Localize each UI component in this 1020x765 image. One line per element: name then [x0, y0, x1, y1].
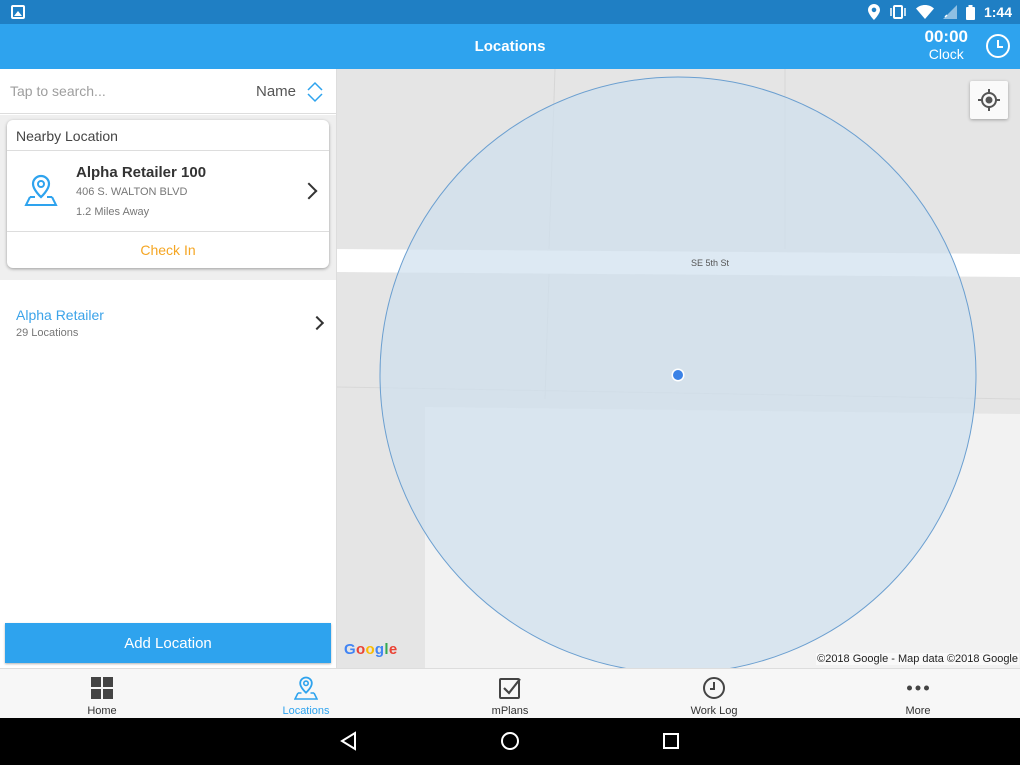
- clock-icon[interactable]: [986, 34, 1010, 58]
- map-copyright: ©2018 Google - Map data ©2018 Google: [816, 653, 1019, 665]
- crosshair-icon: [978, 89, 1000, 111]
- status-time: 1:44: [983, 4, 1012, 20]
- app-bar: Locations 00:00 Clock: [0, 24, 1020, 69]
- tab-more[interactable]: More: [816, 669, 1020, 719]
- location-pin-icon: [294, 676, 318, 700]
- chevron-right-icon: [309, 315, 325, 331]
- home-nav-icon[interactable]: [500, 731, 520, 751]
- android-nav-bar: [0, 718, 1020, 765]
- location-status-icon: [867, 4, 880, 20]
- grid-icon: [91, 677, 113, 699]
- tab-mplans[interactable]: mPlans: [408, 669, 612, 719]
- add-location-button[interactable]: Add Location: [5, 623, 331, 663]
- sort-label[interactable]: Name: [256, 83, 296, 100]
- page-title: Locations: [474, 38, 546, 55]
- my-location-button[interactable]: [970, 81, 1008, 119]
- nearby-section: Nearby Location Alpha Retailer 100 406 S…: [0, 115, 336, 280]
- map-canvas: [337, 69, 1020, 668]
- location-address: 406 S. WALTON BLVD: [76, 186, 188, 198]
- check-in-button[interactable]: Check In: [7, 232, 329, 268]
- street-label: SE 5th St: [691, 258, 730, 268]
- wifi-icon: [915, 5, 934, 19]
- status-bar: 1:44: [0, 0, 1020, 24]
- sort-chevrons-icon[interactable]: [305, 79, 325, 105]
- retailer-location-count: 29 Locations: [16, 327, 79, 339]
- google-logo: Google: [344, 641, 398, 658]
- clock-label: Clock: [928, 46, 964, 62]
- vibrate-icon: [890, 5, 906, 19]
- bottom-tab-bar: Home Locations mPlans Work Log More: [0, 668, 1020, 718]
- clock-time: 00:00: [924, 27, 968, 46]
- battery-icon: [965, 4, 975, 20]
- back-icon[interactable]: [339, 731, 359, 751]
- search-input[interactable]: [10, 81, 220, 101]
- search-row: Name: [0, 69, 336, 114]
- location-distance: 1.2 Miles Away: [76, 206, 150, 218]
- chevron-right-icon: [300, 182, 318, 200]
- tab-work-log[interactable]: Work Log: [612, 669, 816, 719]
- nearby-location-item[interactable]: Alpha Retailer 100 406 S. WALTON BLVD 1.…: [7, 151, 329, 232]
- tab-locations[interactable]: Locations: [204, 669, 408, 719]
- recents-icon[interactable]: [662, 731, 680, 751]
- list-item[interactable]: Alpha Retailer 29 Locations: [0, 293, 336, 353]
- nearby-location-card: Nearby Location Alpha Retailer 100 406 S…: [7, 120, 329, 268]
- signal-icon: [942, 5, 957, 19]
- image-notification-icon: [11, 5, 25, 19]
- checkbox-icon: [499, 678, 521, 699]
- tab-home[interactable]: Home: [0, 669, 204, 719]
- location-pin-icon: [24, 174, 58, 206]
- more-dots-icon: [907, 685, 929, 691]
- retailer-name: Alpha Retailer: [16, 307, 104, 323]
- clock-icon: [703, 677, 725, 699]
- location-name: Alpha Retailer 100: [76, 164, 207, 181]
- map-view[interactable]: SE 5th St Google ©2018 Google - Map data…: [337, 69, 1020, 668]
- nearby-header: Nearby Location: [7, 120, 329, 151]
- locations-list-panel: Name Nearby Location Alpha Retailer 100 …: [0, 69, 337, 668]
- clock-readout[interactable]: 00:00 Clock: [925, 28, 968, 61]
